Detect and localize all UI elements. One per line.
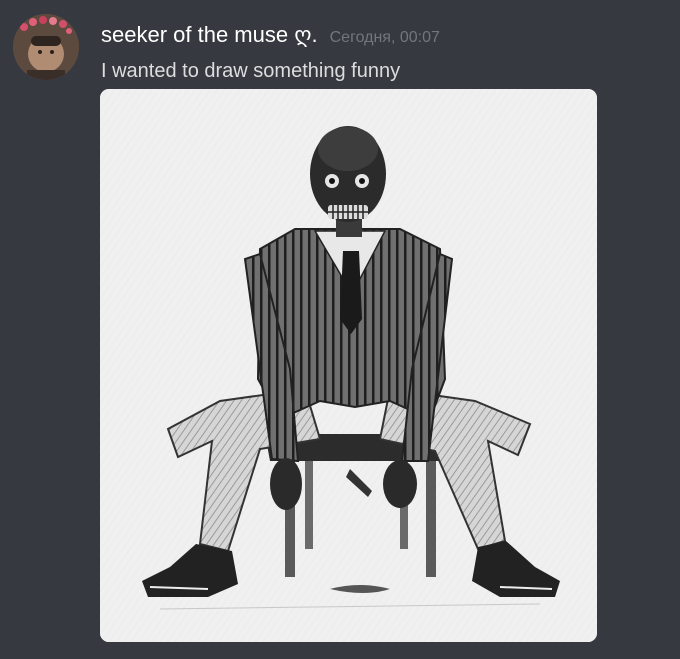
timestamp: Сегодня, 00:07 [329,29,440,46]
user-avatar[interactable] [13,14,79,80]
chat-message: seeker of the muse ღ. Сегодня, 00:07 I w… [0,0,680,659]
message-header: seeker of the muse ღ. Сегодня, 00:07 [101,22,440,52]
message-text: I wanted to draw something funny [101,60,401,82]
pencil-sketch-image [100,89,597,642]
user-avatar-icon [13,14,79,80]
username[interactable]: seeker of the muse ღ. [101,22,318,48]
image-attachment[interactable] [100,89,597,642]
